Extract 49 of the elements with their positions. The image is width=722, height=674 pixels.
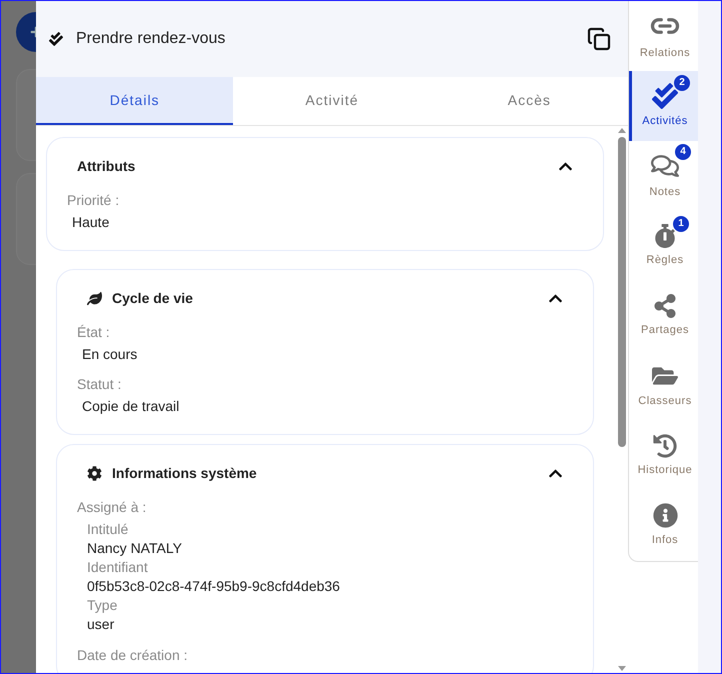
field-label: Statut : — [77, 375, 122, 393]
subfield-label: Type — [87, 596, 118, 615]
leaf-icon — [87, 290, 102, 306]
side-nav-label: Notes — [649, 184, 681, 200]
section-title: Informations système — [112, 464, 258, 482]
double-check-icon — [652, 82, 678, 109]
side-nav-label: Infos — [652, 533, 678, 548]
side-nav-item[interactable]: 2 Activités — [629, 71, 698, 141]
section-title: Cycle de vie — [112, 289, 194, 307]
settings-icon — [87, 466, 102, 480]
field-value: Haute — [71, 213, 110, 231]
side-nav-item[interactable]: Partages — [629, 281, 698, 351]
side-nav-label: Relations — [640, 46, 690, 61]
side-nav-item[interactable]: Infos — [629, 491, 698, 561]
count-badge: 1 — [673, 216, 689, 232]
tab[interactable]: Détails — [36, 77, 234, 125]
field-label: Assigné à : — [77, 498, 148, 516]
drawer-title: Prendre rendez-vous — [76, 29, 226, 49]
double-check-icon — [49, 32, 63, 46]
field-label: État : — [77, 323, 111, 341]
subfield-value: Nancy NATALY — [87, 539, 183, 558]
scrollbar[interactable] — [616, 126, 628, 673]
side-nav-item[interactable]: 1 Règles — [629, 211, 698, 281]
field-label: Date de création : — [77, 646, 189, 664]
history-icon — [653, 434, 677, 458]
count-badge: 2 — [674, 74, 690, 91]
field-value: En cours — [81, 345, 138, 363]
scrollbar-thumb[interactable] — [618, 137, 626, 447]
field-value: Copie de travail — [81, 397, 180, 415]
section-title: Attributs — [77, 157, 136, 175]
stopwatch-icon — [653, 224, 677, 248]
field-label: Priorité : — [67, 191, 120, 209]
share-icon — [653, 294, 677, 318]
side-nav-label: Activités — [642, 114, 688, 129]
side-nav-label: Classeurs — [638, 394, 692, 409]
subfield-label: Intitulé — [87, 520, 130, 539]
info-icon — [652, 503, 678, 528]
side-nav-label: Historique — [638, 462, 692, 478]
side-nav-label: Règles — [646, 252, 684, 268]
side-nav-item[interactable]: Classeurs — [629, 351, 698, 421]
side-nav-item[interactable]: Relations — [629, 1, 698, 71]
subfield-label: Identifiant — [87, 558, 149, 577]
side-nav-item[interactable]: 4 Notes — [629, 141, 698, 211]
count-badge: 4 — [675, 144, 691, 160]
copy-icon[interactable] — [587, 27, 611, 51]
subfield-value: user — [87, 615, 116, 634]
side-nav-label: Partages — [640, 322, 690, 338]
side-nav-item[interactable]: Historique — [629, 421, 698, 491]
subfield-value: 0f5b53c8-02c8-474f-95b9-9c8cfd4deb36 — [87, 577, 341, 596]
